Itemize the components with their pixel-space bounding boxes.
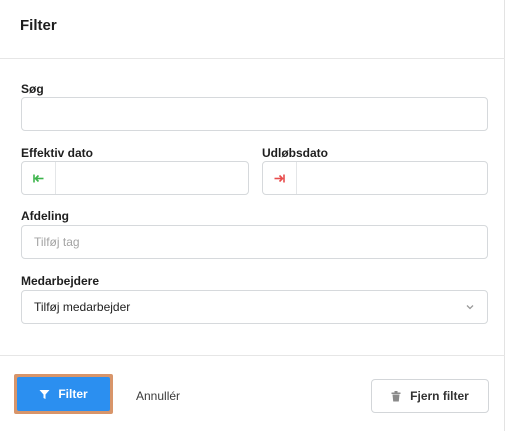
apply-filter-label: Filter bbox=[58, 387, 88, 401]
panel-title: Filter bbox=[20, 17, 57, 34]
filter-panel: Filter Søg Effektiv dato Udløbsdato Afde… bbox=[0, 0, 505, 431]
arrow-to-left-icon bbox=[22, 162, 56, 194]
panel-header: Filter bbox=[0, 0, 505, 59]
remove-filter-label: Fjern filter bbox=[410, 389, 469, 403]
trash-icon bbox=[391, 390, 401, 401]
employees-select[interactable]: Tilføj medarbejder bbox=[21, 290, 488, 324]
expiry-date-field[interactable] bbox=[262, 161, 488, 195]
search-input[interactable] bbox=[21, 97, 488, 131]
chevron-down-icon bbox=[466, 305, 474, 310]
department-placeholder: Tilføj tag bbox=[34, 235, 80, 249]
remove-filter-button[interactable]: Fjern filter bbox=[371, 379, 489, 413]
effective-date-label: Effektiv dato bbox=[21, 146, 94, 160]
department-tag-input[interactable]: Tilføj tag bbox=[21, 225, 488, 259]
filter-icon bbox=[39, 389, 50, 399]
department-label: Afdeling bbox=[21, 209, 69, 223]
employees-label: Medarbejdere bbox=[21, 274, 100, 288]
apply-filter-button[interactable]: Filter bbox=[17, 377, 110, 411]
expiry-date-label: Udløbsdato bbox=[262, 146, 328, 160]
arrow-to-right-icon bbox=[263, 162, 297, 194]
search-label: Søg bbox=[21, 82, 44, 96]
cancel-button[interactable]: Annullér bbox=[136, 389, 180, 403]
effective-date-field[interactable] bbox=[21, 161, 249, 195]
employees-selected-value: Tilføj medarbejder bbox=[34, 300, 131, 314]
